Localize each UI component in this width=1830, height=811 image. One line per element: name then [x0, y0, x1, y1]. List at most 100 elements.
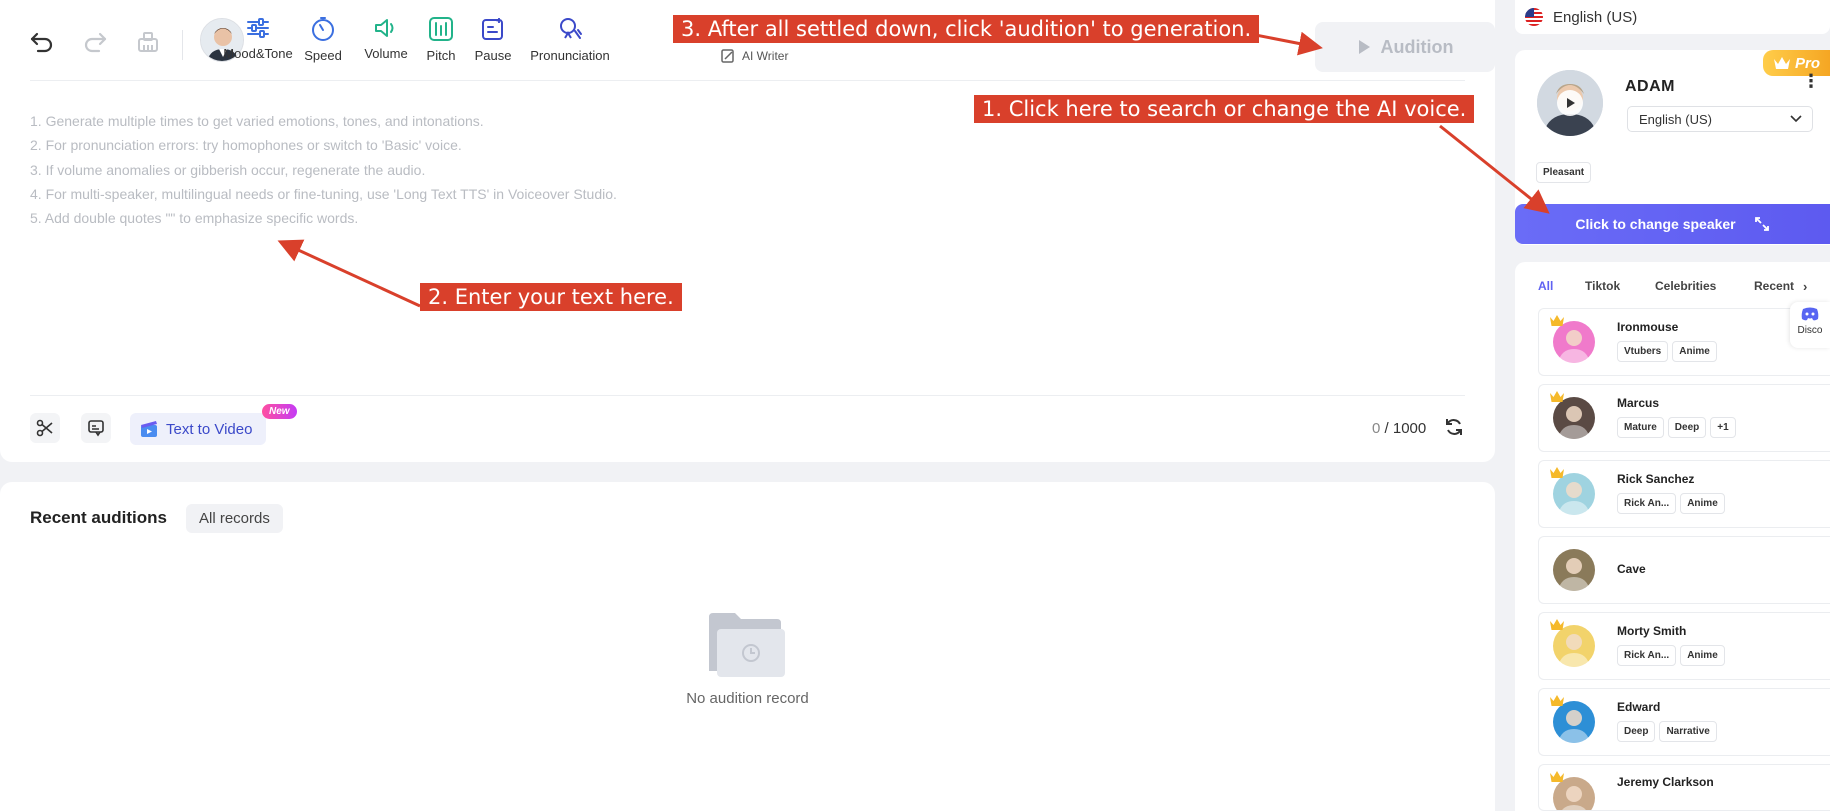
voice-tags: Rick An... Anime: [1617, 645, 1729, 666]
crown-icon: [1549, 466, 1565, 484]
voice-tag: +1: [1710, 417, 1736, 438]
voice-tag: Rick An...: [1617, 645, 1677, 666]
voice-list-item[interactable]: Cave: [1538, 536, 1830, 604]
more-options-icon[interactable]: ⋮: [1802, 72, 1820, 90]
crown-icon: [1549, 390, 1565, 408]
voice-list-item[interactable]: Morty Smith Rick An... Anime: [1538, 612, 1830, 680]
sliders-icon: [247, 18, 269, 38]
voice-category-tabs: All Tiktok Celebrities Recent ›: [1515, 272, 1830, 304]
voice-name: Cave: [1617, 562, 1646, 576]
annotation-step-2: 2. Enter your text here.: [420, 283, 682, 311]
tab-tiktok[interactable]: Tiktok: [1585, 279, 1620, 293]
voice-name: Edward: [1617, 700, 1661, 714]
change-speaker-button[interactable]: Click to change speaker: [1515, 204, 1830, 244]
new-badge: New: [262, 404, 297, 419]
discord-icon: [1801, 307, 1819, 321]
voice-tags: Deep Narrative: [1617, 721, 1721, 742]
pronunciation-label: Pronunciation: [530, 48, 610, 63]
crown-icon: [1549, 770, 1565, 788]
voice-name: Morty Smith: [1617, 624, 1687, 638]
voice-list-item[interactable]: Edward Deep Narrative: [1538, 688, 1830, 756]
chevron-down-icon: [1790, 115, 1802, 123]
annotation-step-3: 3. After all settled down, click 'auditi…: [673, 15, 1260, 43]
speaker-tag: Pleasant: [1536, 162, 1592, 183]
eraser-icon[interactable]: [128, 22, 168, 62]
hint-line: 3. If volume anomalies or gibberish occu…: [30, 161, 426, 178]
pause-icon: [482, 18, 503, 40]
tab-all[interactable]: All: [1538, 279, 1553, 293]
pitch-icon: [429, 17, 453, 41]
voice-name: Rick Sanchez: [1617, 472, 1695, 486]
discord-label: Disco: [1797, 325, 1823, 336]
voice-tag: Vtubers: [1617, 341, 1669, 362]
play-preview-icon[interactable]: [1557, 90, 1583, 116]
text-to-video-label: Text to Video: [166, 420, 253, 438]
ai-writer-icon: [721, 49, 734, 63]
char-count: 0: [1372, 420, 1381, 437]
voice-avatar: [1553, 549, 1595, 591]
speaker-name: ADAM: [1625, 78, 1675, 95]
hint-line: 4. For multi-speaker, multilingual needs…: [30, 185, 617, 202]
pronunciation-icon: [560, 18, 582, 39]
tab-celebrities[interactable]: Celebrities: [1655, 279, 1716, 293]
voice-tag: Anime: [1680, 493, 1725, 514]
voice-tag: Mature: [1617, 417, 1664, 438]
speedometer-icon: [312, 17, 334, 41]
all-records-button[interactable]: All records: [186, 504, 283, 533]
audition-label: Audition: [1380, 36, 1454, 57]
crown-icon: [1549, 314, 1565, 332]
speaker-tags: Pleasant: [1536, 162, 1595, 183]
text-to-video-button[interactable]: Text to Video: [130, 413, 267, 445]
speaker-language-value: English (US): [1639, 111, 1712, 127]
scissors-icon[interactable]: [30, 413, 60, 443]
text-input-area[interactable]: 1. Generate multiple times to get varied…: [30, 109, 617, 230]
voice-tag: Rick An...: [1617, 493, 1677, 514]
refresh-icon[interactable]: [1444, 417, 1464, 442]
voice-list-item[interactable]: Rick Sanchez Rick An... Anime: [1538, 460, 1830, 528]
video-clapper-icon: [141, 421, 157, 437]
voice-tag: Anime: [1680, 645, 1725, 666]
voice-tag: Deep: [1667, 417, 1707, 438]
crown-icon: [1549, 694, 1565, 712]
voice-tag: Narrative: [1659, 721, 1717, 742]
recent-auditions-card: Recent auditions All records No audition…: [0, 482, 1495, 811]
editor-bottom-divider: [30, 395, 1465, 396]
voice-name: Ironmouse: [1617, 320, 1679, 334]
change-speaker-label: Click to change speaker: [1575, 216, 1736, 232]
voice-tag: Anime: [1672, 341, 1717, 362]
annotation-step-1: 1. Click here to search or change the AI…: [974, 95, 1475, 123]
hint-line: 1. Generate multiple times to get varied…: [30, 113, 484, 129]
expand-icon: [1754, 217, 1769, 231]
subtitle-icon[interactable]: [81, 413, 111, 443]
character-counter: 0 / 1000: [1372, 420, 1426, 437]
play-icon: [1358, 40, 1370, 54]
hint-line: 5. Add double quotes "" to emphasize spe…: [30, 210, 359, 227]
tab-recent[interactable]: Recent: [1754, 279, 1794, 293]
voice-tags: Vtubers Anime: [1617, 341, 1721, 362]
chevron-right-icon[interactable]: ›: [1803, 279, 1807, 294]
toolbar-separator: [182, 30, 183, 60]
audition-button[interactable]: Audition: [1315, 22, 1495, 72]
speaker-language-select[interactable]: English (US): [1627, 106, 1813, 132]
voice-name: Jeremy Clarkson: [1617, 775, 1714, 789]
voice-list-item[interactable]: Ironmouse Vtubers Anime: [1538, 308, 1830, 376]
language-selector[interactable]: English (US): [1515, 0, 1830, 34]
recent-auditions-title: Recent auditions: [30, 508, 167, 527]
undo-icon[interactable]: [22, 22, 62, 62]
toolbar-divider: [30, 80, 1465, 81]
discord-widget[interactable]: Disco: [1790, 302, 1830, 348]
voice-tag: Deep: [1617, 721, 1656, 742]
crown-icon: [1773, 57, 1790, 69]
pronunciation-tool[interactable]: Pronunciation: [520, 16, 620, 63]
voice-tags: Mature Deep +1: [1617, 417, 1740, 438]
volume-icon: [375, 19, 394, 37]
redo-icon[interactable]: [75, 22, 115, 62]
us-flag-icon: [1525, 8, 1543, 26]
voice-list-item[interactable]: Marcus Mature Deep +1: [1538, 384, 1830, 452]
empty-folder-icon: [707, 609, 787, 684]
pro-label: Pro: [1794, 54, 1820, 72]
voice-list-item[interactable]: Jeremy Clarkson: [1538, 764, 1830, 811]
ai-writer-button[interactable]: AI Writer: [720, 48, 788, 64]
voice-name: Marcus: [1617, 396, 1660, 410]
hint-line: 2. For pronunciation errors: try homopho…: [30, 137, 462, 154]
